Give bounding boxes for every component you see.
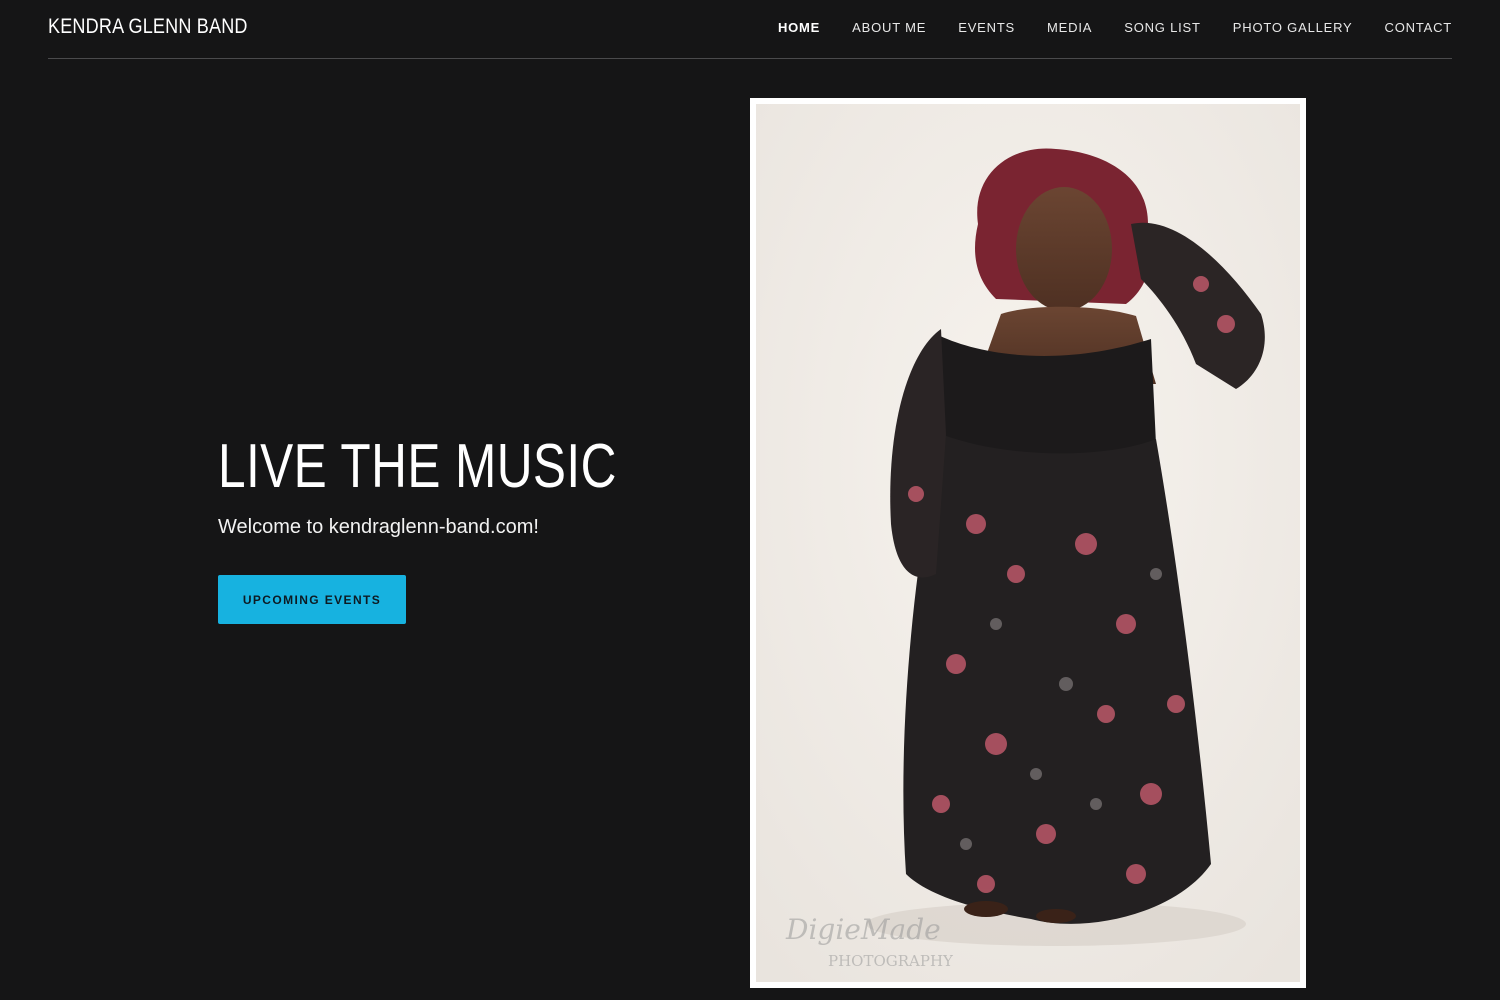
site-logo[interactable]: KENDRA GLENN BAND xyxy=(48,15,248,39)
nav-item-events[interactable]: EVENTS xyxy=(958,20,1015,35)
hero-title: LIVE THE MUSIC xyxy=(218,432,617,501)
watermark-line1: DigieMade xyxy=(785,913,941,946)
site-header: KENDRA GLENN BAND HOME ABOUT ME EVENTS M… xyxy=(48,0,1452,59)
hero-subtitle: Welcome to kendraglenn-band.com! xyxy=(218,516,539,538)
nav-item-media[interactable]: MEDIA xyxy=(1047,20,1092,35)
upcoming-events-button[interactable]: UPCOMING EVENTS xyxy=(218,575,406,624)
hero-photo-frame: DigieMade PHOTOGRAPHY xyxy=(750,98,1306,988)
nav-item-home[interactable]: HOME xyxy=(778,20,820,35)
nav-item-about-me[interactable]: ABOUT ME xyxy=(852,20,926,35)
watermark-line2: PHOTOGRAPHY xyxy=(828,952,954,970)
hero-photo: DigieMade PHOTOGRAPHY xyxy=(756,104,1300,982)
nav-item-photo-gallery[interactable]: PHOTO GALLERY xyxy=(1233,20,1353,35)
nav-item-contact[interactable]: CONTACT xyxy=(1385,20,1452,35)
nav-item-song-list[interactable]: SONG LIST xyxy=(1124,20,1201,35)
main-nav: HOME ABOUT ME EVENTS MEDIA SONG LIST PHO… xyxy=(778,20,1452,35)
